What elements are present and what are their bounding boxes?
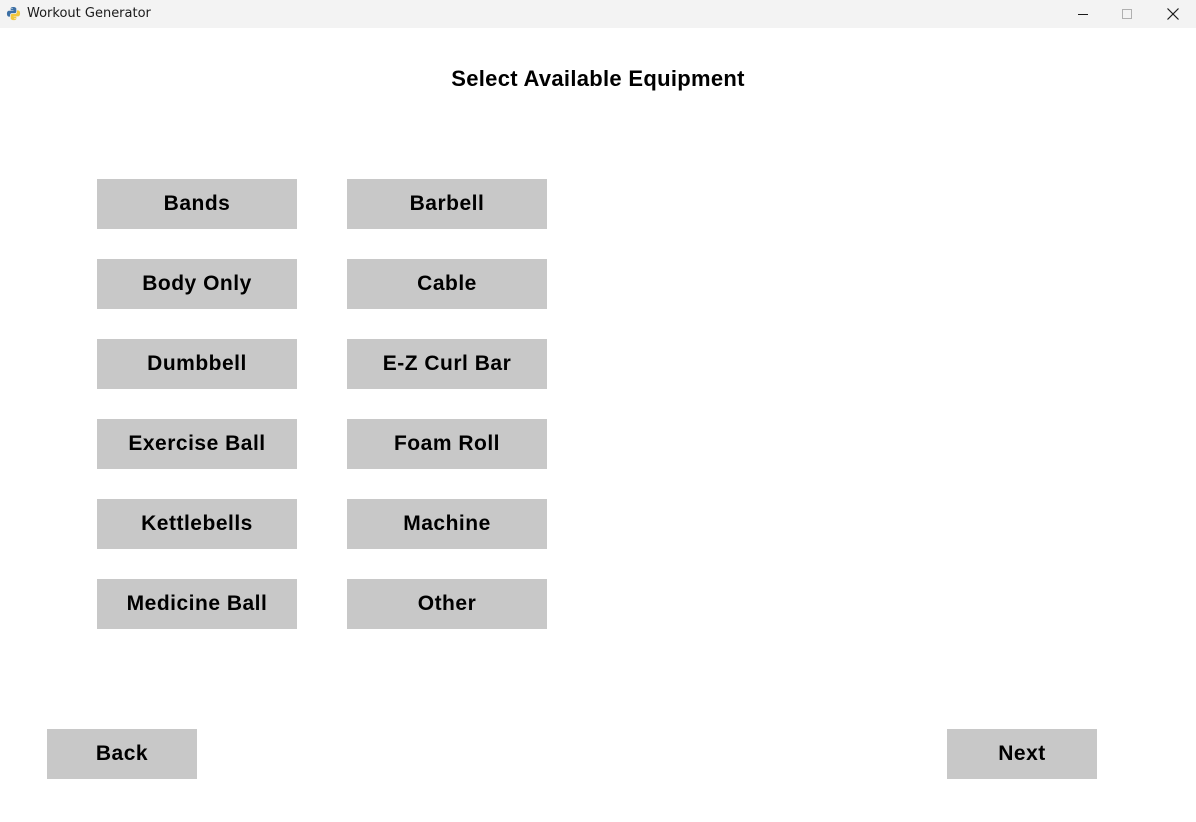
main-content: Select Available Equipment Bands Barbell…: [0, 28, 1196, 822]
close-button[interactable]: [1150, 0, 1196, 28]
maximize-button[interactable]: [1104, 0, 1150, 28]
equipment-button-kettlebells[interactable]: Kettlebells: [97, 499, 297, 549]
equipment-button-dumbbell[interactable]: Dumbbell: [97, 339, 297, 389]
equipment-button-exercise-ball[interactable]: Exercise Ball: [97, 419, 297, 469]
equipment-button-foam-roll[interactable]: Foam Roll: [347, 419, 547, 469]
page-title: Select Available Equipment: [451, 66, 745, 91]
close-icon: [1167, 8, 1179, 20]
equipment-button-medicine-ball[interactable]: Medicine Ball: [97, 579, 297, 629]
maximize-icon: [1122, 9, 1132, 19]
equipment-button-bands[interactable]: Bands: [97, 179, 297, 229]
window-titlebar: Workout Generator: [0, 0, 1196, 28]
equipment-button-barbell[interactable]: Barbell: [347, 179, 547, 229]
equipment-button-machine[interactable]: Machine: [347, 499, 547, 549]
minimize-icon: [1078, 14, 1088, 15]
python-icon: [6, 6, 21, 21]
window-title: Workout Generator: [27, 6, 151, 21]
minimize-button[interactable]: [1060, 0, 1106, 28]
next-button[interactable]: Next: [947, 729, 1097, 779]
equipment-button-ez-curl-bar[interactable]: E-Z Curl Bar: [347, 339, 547, 389]
back-button[interactable]: Back: [47, 729, 197, 779]
equipment-button-cable[interactable]: Cable: [347, 259, 547, 309]
equipment-button-body-only[interactable]: Body Only: [97, 259, 297, 309]
equipment-button-other[interactable]: Other: [347, 579, 547, 629]
